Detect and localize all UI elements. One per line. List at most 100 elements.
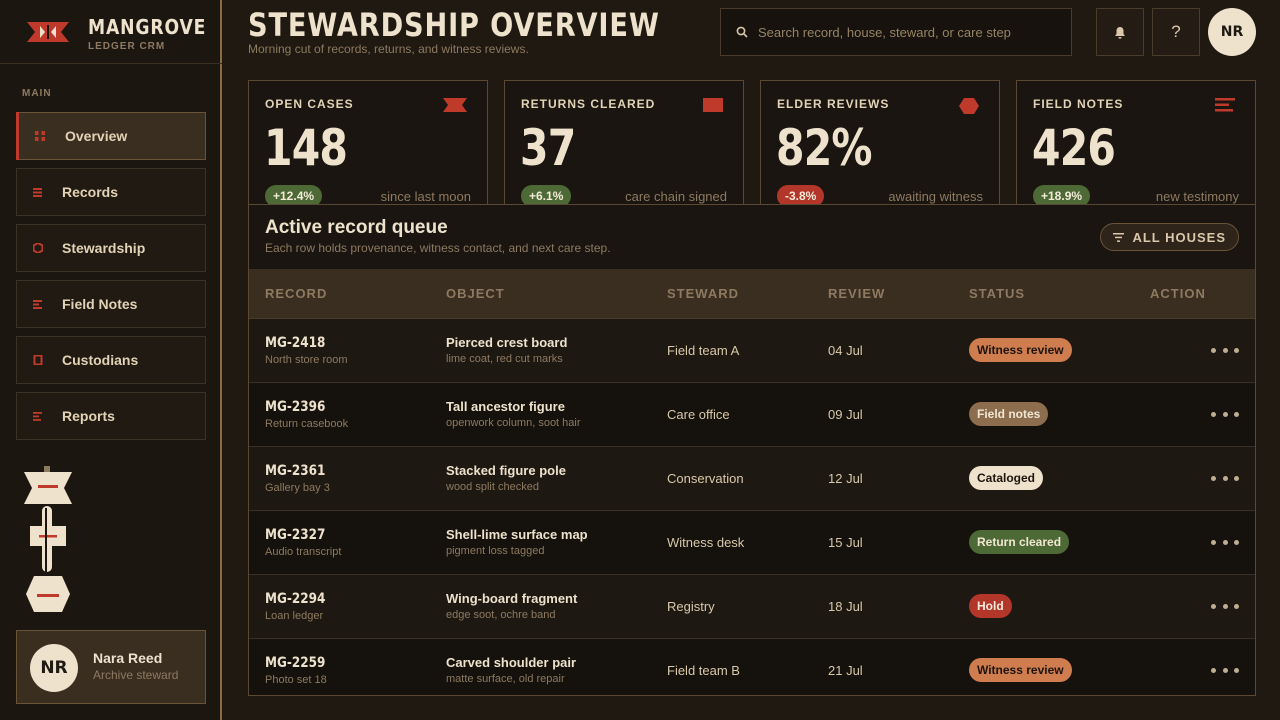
- object-name: Stacked figure pole: [446, 463, 566, 478]
- record-queue-panel: Active record queue Each row holds prove…: [248, 204, 1256, 696]
- filter-icon: [1113, 232, 1125, 242]
- row-actions-more-icon[interactable]: [1211, 532, 1239, 552]
- stat-card-returns-cleared: RETURNS CLEARED 37 +6.1% care chain sign…: [504, 80, 744, 206]
- filter-label: ALL HOUSES: [1132, 229, 1226, 245]
- elder-reviews-icon: [959, 98, 979, 114]
- queue-subtitle: Each row holds provenance, witness conta…: [265, 241, 611, 255]
- custodians-icon: [33, 355, 43, 365]
- table-row[interactable]: MG-2418 North store room Pierced crest boa…: [249, 319, 1255, 383]
- stewardship-icon: [33, 243, 43, 253]
- sidebar-item-reports[interactable]: Reports: [16, 392, 206, 440]
- user-card[interactable]: NR Nara Reed Archive steward: [16, 630, 206, 704]
- sidebar-item-custodians[interactable]: Custodians: [16, 336, 206, 384]
- row-actions-more-icon[interactable]: [1211, 468, 1239, 488]
- field-notes-icon: [1215, 98, 1235, 112]
- sidebar: MANGROVE LEDGER CRM MAIN Overview Record…: [0, 0, 222, 720]
- column-header-object[interactable]: OBJECT: [446, 286, 505, 301]
- sidebar-item-overview[interactable]: Overview: [16, 112, 206, 160]
- queue-title: Active record queue: [265, 217, 448, 238]
- object-detail: lime coat, red cut marks: [446, 353, 563, 365]
- column-header-steward[interactable]: STEWARD: [667, 286, 739, 301]
- sidebar-item-label: Overview: [65, 128, 128, 144]
- search-input[interactable]: [758, 24, 1058, 40]
- record-id: MG-2418: [265, 335, 326, 351]
- reports-icon: [33, 412, 42, 421]
- record-location: Audio transcript: [265, 546, 342, 558]
- notifications-button[interactable]: [1096, 8, 1144, 56]
- stat-note: care chain signed: [625, 189, 727, 204]
- status-badge: Witness review: [969, 338, 1072, 362]
- house-filter-button[interactable]: ALL HOUSES: [1100, 223, 1239, 251]
- object-detail: pigment loss tagged: [446, 545, 545, 557]
- stat-note: awaiting witness: [888, 189, 983, 204]
- table-row[interactable]: MG-2327 Audio transcript Shell-lime surfac…: [249, 511, 1255, 575]
- steward: Care office: [667, 407, 730, 422]
- brand-subtitle: LEDGER CRM: [88, 41, 166, 52]
- sidebar-item-field-notes[interactable]: Field Notes: [16, 280, 206, 328]
- stat-value: 82%: [776, 119, 873, 177]
- steward: Witness desk: [667, 535, 745, 550]
- search-icon: [736, 26, 748, 38]
- table-row[interactable]: MG-2259 Photo set 18 Carved shoulder pair m…: [249, 639, 1255, 695]
- stat-delta: +12.4%: [265, 185, 323, 205]
- stat-note: new testimony: [1155, 189, 1239, 204]
- column-header-status[interactable]: STATUS: [969, 286, 1025, 301]
- stat-card-field-notes: FIELD NOTES 426 +18.9% new testimony: [1016, 80, 1256, 206]
- table-row[interactable]: MG-2361 Gallery bay 3 Stacked figure pole w…: [249, 447, 1255, 511]
- object-detail: wood split checked: [446, 481, 539, 493]
- stat-value: 37: [520, 119, 576, 177]
- stat-value: 426: [1032, 119, 1116, 177]
- stat-label: OPEN CASES: [265, 97, 354, 111]
- steward: Field team A: [667, 343, 740, 358]
- sidebar-item-label: Field Notes: [62, 296, 138, 312]
- review-date: 18 Jul: [828, 599, 863, 614]
- review-date: 21 Jul: [828, 663, 863, 678]
- brand: MANGROVE LEDGER CRM: [0, 0, 222, 64]
- review-date: 09 Jul: [828, 407, 863, 422]
- overview-icon: [35, 131, 45, 141]
- steward: Conservation: [667, 471, 744, 486]
- status-badge: Hold: [969, 594, 1012, 618]
- sidebar-item-label: Stewardship: [62, 240, 146, 256]
- table-row[interactable]: MG-2294 Loan ledger Wing-board fragment edg…: [249, 575, 1255, 639]
- stat-delta: +6.1%: [521, 185, 572, 205]
- stat-delta: +18.9%: [1033, 185, 1091, 205]
- status-badge: Cataloged: [969, 466, 1044, 490]
- sidebar-item-label: Custodians: [62, 352, 139, 368]
- profile-avatar[interactable]: NR: [1208, 8, 1256, 56]
- row-actions-more-icon[interactable]: [1211, 340, 1239, 360]
- sidebar-item-records[interactable]: Records: [16, 168, 206, 216]
- sidebar-item-label: Reports: [62, 408, 115, 424]
- column-header-review[interactable]: REVIEW: [828, 286, 885, 301]
- avatar: NR: [30, 644, 78, 692]
- record-location: Gallery bay 3: [265, 482, 330, 494]
- status-badge: Witness review: [969, 658, 1072, 682]
- mangrove-logo-icon: [27, 22, 69, 42]
- totem-illustration: [24, 466, 72, 612]
- column-header-action: ACTION: [1150, 286, 1206, 301]
- object-name: Pierced crest board: [446, 335, 568, 350]
- review-date: 12 Jul: [828, 471, 863, 486]
- stat-label: RETURNS CLEARED: [521, 97, 656, 111]
- returns-icon: [703, 98, 723, 112]
- column-header-record[interactable]: RECORD: [265, 286, 327, 301]
- record-location: Loan ledger: [265, 610, 324, 622]
- table-row[interactable]: MG-2396 Return casebook Tall ancestor figu…: [249, 383, 1255, 447]
- table-header: RECORD OBJECT STEWARD REVIEW STATUS ACTI…: [249, 269, 1255, 319]
- steward: Field team B: [667, 663, 740, 678]
- stat-delta: -3.8%: [777, 185, 825, 205]
- stat-card-elder-reviews: ELDER REVIEWS 82% -3.8% awaiting witness: [760, 80, 1000, 206]
- nav-section-label: MAIN: [22, 88, 52, 99]
- page-title: STEWARDSHIP OVERVIEW: [248, 6, 660, 44]
- object-detail: openwork column, soot hair: [446, 417, 581, 429]
- row-actions-more-icon[interactable]: [1211, 404, 1239, 424]
- status-badge: Field notes: [969, 402, 1049, 426]
- sidebar-item-label: Records: [62, 184, 119, 200]
- row-actions-more-icon[interactable]: [1211, 660, 1239, 680]
- sidebar-item-stewardship[interactable]: Stewardship: [16, 224, 206, 272]
- search-bar[interactable]: [720, 8, 1072, 56]
- row-actions-more-icon[interactable]: [1211, 596, 1239, 616]
- help-button[interactable]: ?: [1152, 8, 1200, 56]
- records-icon: [33, 188, 42, 197]
- review-date: 04 Jul: [828, 343, 863, 358]
